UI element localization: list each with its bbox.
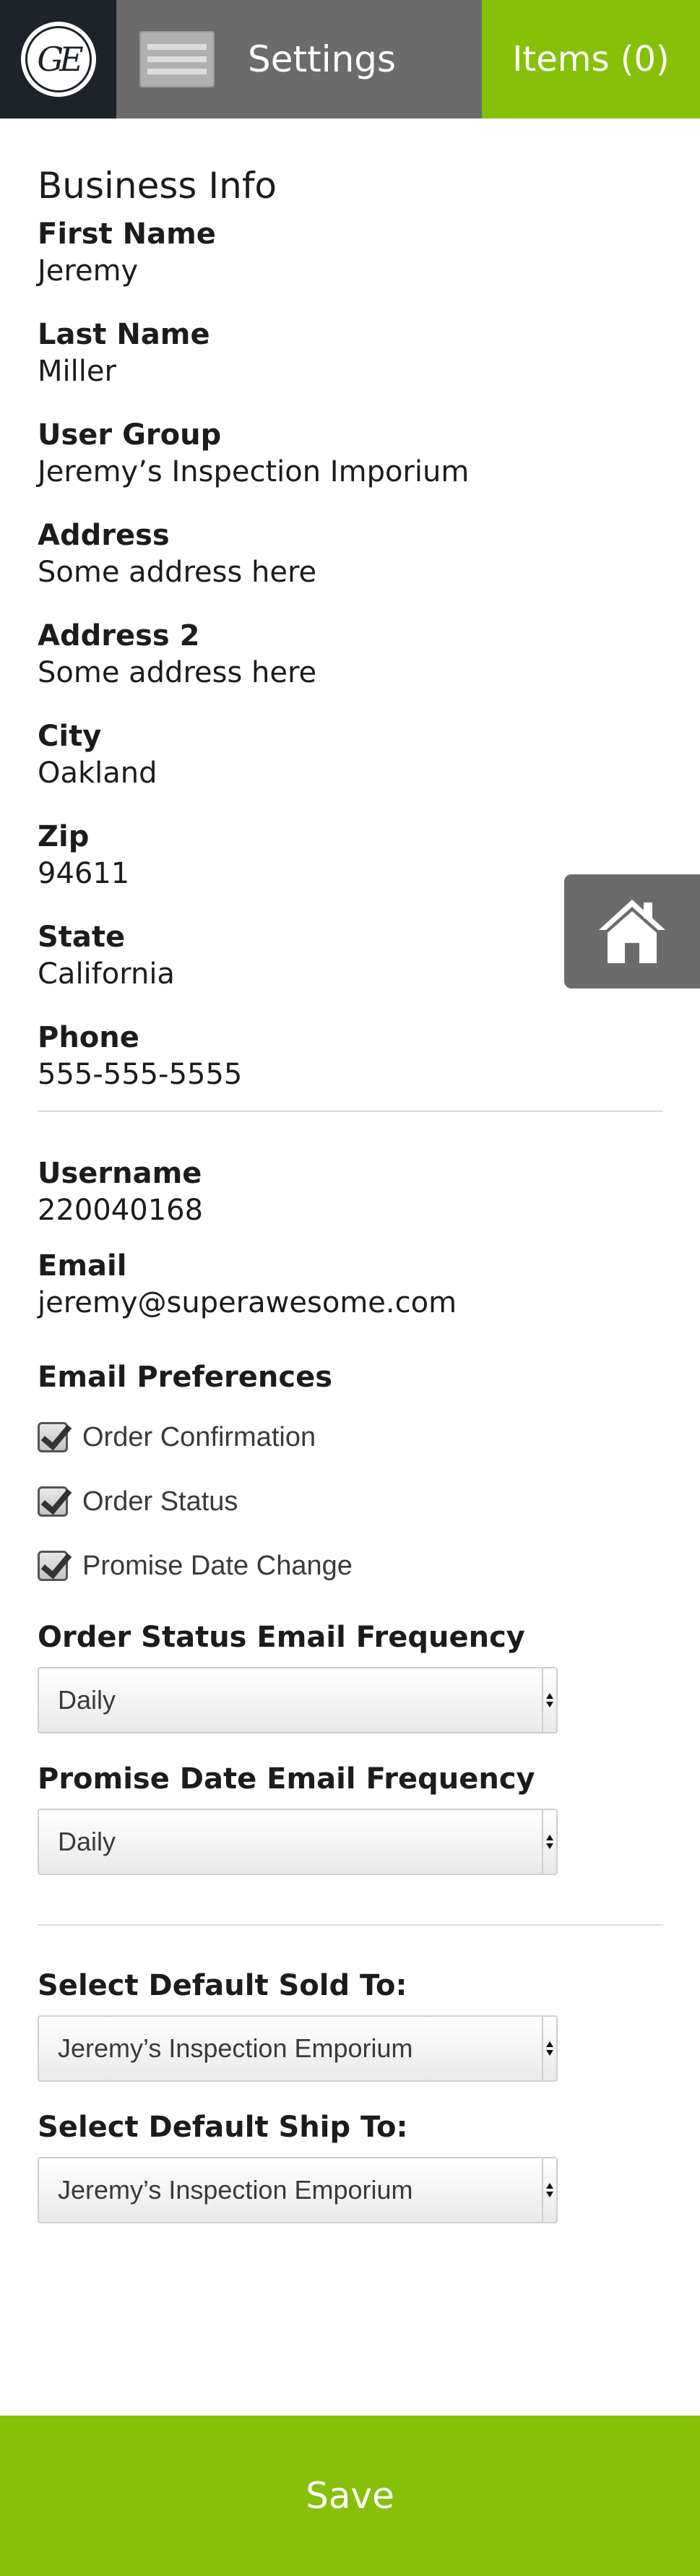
field-username: Username 220040168 (38, 1155, 663, 1229)
field-value: Jeremy’s Inspection Imporium (38, 455, 470, 488)
settings-form: Business Info First Name Jeremy Last Nam… (38, 166, 663, 2223)
field-last-name: Last Name Miller (38, 316, 663, 390)
field-label: Address (38, 519, 170, 552)
field-value: Jeremy (38, 254, 139, 288)
field-value: 220040168 (38, 1194, 204, 1227)
hamburger-line (147, 56, 207, 62)
app-header: GE Settings Items (0) (0, 0, 700, 119)
logo-area[interactable]: GE (0, 0, 116, 119)
checkbox-checked-icon[interactable] (38, 1486, 68, 1517)
field-label: User Group (38, 418, 222, 452)
field-value: jeremy@superawesome.com (38, 1286, 457, 1319)
hamburger-line (147, 44, 207, 50)
field-city: City Oakland (38, 718, 663, 792)
page-title: Settings (248, 38, 397, 80)
home-icon (599, 900, 665, 963)
promise-date-frequency-label: Promise Date Email Frequency (38, 1762, 535, 1796)
order-status-frequency-label: Order Status Email Frequency (38, 1621, 525, 1654)
checkbox-label: Order Confirmation (82, 1421, 316, 1452)
field-email: Email jeremy@superawesome.com (38, 1248, 663, 1322)
home-button[interactable] (564, 874, 700, 988)
default-sold-to-label: Select Default Sold To: (38, 1969, 407, 2002)
checkbox-checked-icon[interactable] (38, 1551, 68, 1581)
promise-date-frequency-select[interactable]: Daily (38, 1809, 558, 1875)
field-address: Address Some address here (38, 517, 663, 591)
items-cart-button[interactable]: Items (0) (482, 0, 700, 119)
field-label: Address 2 (38, 619, 200, 652)
select-value: Daily (58, 1827, 116, 1856)
default-ship-to-label: Select Default Ship To: (38, 2111, 408, 2144)
field-first-name: First Name Jeremy (38, 216, 663, 290)
default-ship-to-select[interactable]: Jeremy’s Inspection Emporium (38, 2157, 558, 2223)
field-label: Email (38, 1249, 127, 1283)
field-label: Phone (38, 1021, 139, 1054)
select-arrows-icon (542, 1810, 556, 1874)
field-label: Last Name (38, 318, 210, 351)
divider (38, 1111, 663, 1112)
checkbox-label: Order Status (82, 1486, 238, 1517)
field-value: Some address here (38, 656, 317, 689)
ge-logo: GE (20, 22, 96, 97)
select-arrows-icon (542, 2158, 556, 2222)
field-value: Miller (38, 355, 116, 388)
field-label: First Name (38, 217, 216, 251)
field-label: City (38, 720, 102, 753)
title-bar: Settings (116, 0, 482, 119)
checkbox-checked-icon[interactable] (38, 1422, 68, 1452)
select-value: Daily (58, 1685, 116, 1715)
field-label: Username (38, 1157, 202, 1190)
checkbox-label: Promise Date Change (82, 1550, 353, 1581)
section-title-business-info: Business Info (38, 165, 277, 207)
hamburger-line (147, 69, 207, 74)
field-address-2: Address 2 Some address here (38, 618, 663, 692)
checkbox-order-confirmation[interactable]: Order Confirmation (38, 1416, 663, 1459)
field-phone: Phone 555-555-5555 (38, 1020, 663, 1093)
checkbox-promise-date-change[interactable]: Promise Date Change (38, 1544, 663, 1588)
field-user-group: User Group Jeremy’s Inspection Imporium (38, 417, 663, 491)
divider (38, 1924, 663, 1926)
ge-logo-monogram: GE (25, 26, 92, 92)
email-preferences-title: Email Preferences (38, 1361, 333, 1394)
field-value: Some address here (38, 556, 317, 589)
save-button[interactable]: Save (0, 2416, 700, 2576)
field-label: Zip (38, 820, 90, 853)
select-value: Jeremy’s Inspection Emporium (58, 2033, 413, 2063)
checkbox-order-status[interactable]: Order Status (38, 1480, 663, 1523)
order-status-frequency-select[interactable]: Daily (38, 1667, 558, 1733)
select-arrows-icon (542, 1668, 556, 1732)
field-value: 555-555-5555 (38, 1058, 243, 1091)
select-value: Jeremy’s Inspection Emporium (58, 2175, 413, 2205)
field-value: Oakland (38, 757, 157, 790)
select-arrows-icon (542, 2017, 556, 2080)
default-sold-to-select[interactable]: Jeremy’s Inspection Emporium (38, 2015, 558, 2082)
menu-button[interactable] (139, 31, 215, 87)
